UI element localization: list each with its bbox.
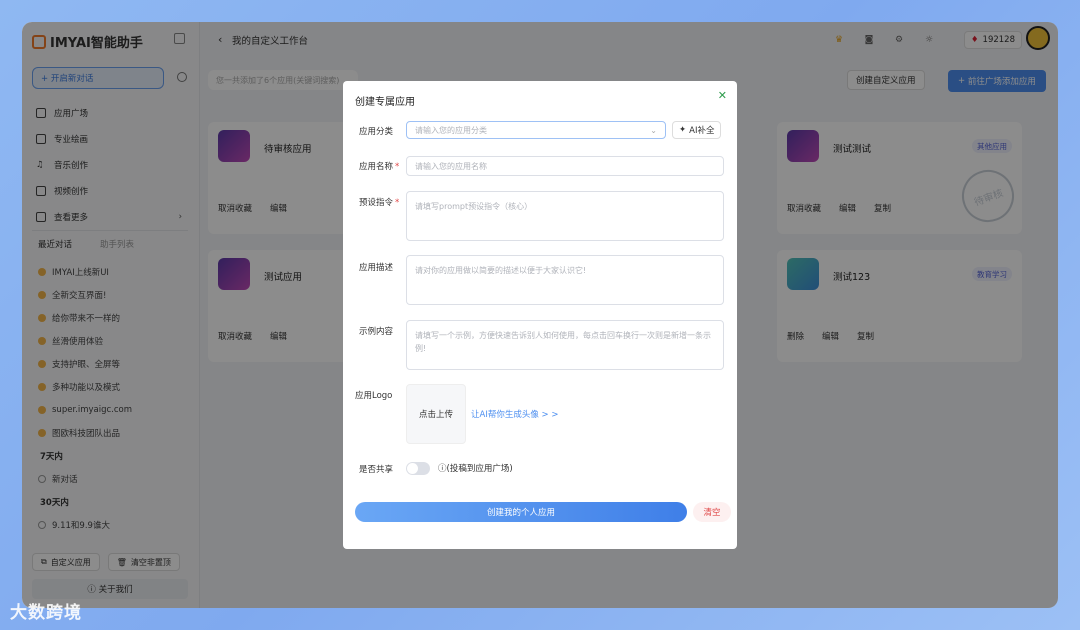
dialog-title: 创建专属应用 bbox=[355, 97, 415, 108]
sparkle-icon: ✦ bbox=[679, 125, 687, 135]
watermark: 大数跨境 bbox=[10, 603, 82, 623]
close-icon[interactable]: ✕ bbox=[718, 89, 727, 102]
ai-avatar-link[interactable]: 让AI帮你生成头像 > > bbox=[471, 408, 558, 420]
chevron-down-icon: ⌄ bbox=[650, 125, 657, 135]
create-app-submit-button[interactable]: 创建我的个人应用 bbox=[355, 502, 687, 522]
description-textarea[interactable]: 请对你的应用做以简要的描述以便于大家认识它! bbox=[406, 255, 724, 305]
placeholder: 请输入您的应用分类 bbox=[415, 125, 487, 135]
name-label: 应用名称 * bbox=[359, 160, 399, 172]
example-label: 示例内容 bbox=[359, 327, 394, 337]
clear-button[interactable]: 清空 bbox=[693, 502, 731, 522]
share-toggle[interactable] bbox=[406, 462, 430, 475]
prompt-textarea[interactable]: 请填写prompt预设指令（核心） bbox=[406, 191, 724, 241]
desc-label: 应用描述 bbox=[359, 263, 394, 273]
share-hint: ⓘ(投稿到应用广场) bbox=[438, 462, 513, 474]
ai-complete-button[interactable]: ✦ AI补全 bbox=[672, 121, 722, 139]
category-select[interactable]: 请输入您的应用分类 ⌄ bbox=[406, 121, 666, 139]
prompt-label: 预设指令 * bbox=[359, 196, 399, 208]
label-text: 预设指令 bbox=[359, 198, 394, 208]
hint-text: (投稿到应用广场) bbox=[446, 464, 513, 474]
upload-logo-button[interactable]: 点击上传 bbox=[406, 384, 466, 444]
category-label: 应用分类 bbox=[359, 127, 394, 137]
info-icon: ⓘ bbox=[438, 464, 447, 474]
required-mark: * bbox=[395, 198, 400, 208]
create-app-dialog: 创建专属应用 ✕ 应用分类 请输入您的应用分类 ⌄ ✦ AI补全 应用名称 * 请输入… bbox=[343, 81, 737, 549]
label-text: 应用名称 bbox=[359, 162, 394, 172]
required-mark: * bbox=[395, 162, 400, 172]
logo-label: 应用Logo bbox=[355, 391, 393, 401]
share-label: 是否共享 bbox=[359, 465, 394, 475]
button-label: AI补全 bbox=[689, 126, 715, 136]
example-textarea[interactable]: 请填写一个示例，方便快速告诉别人如何使用，每点击回车换行一次则是新增一条示例! bbox=[406, 320, 724, 370]
app-name-input[interactable]: 请输入您的应用名称 bbox=[406, 156, 724, 176]
